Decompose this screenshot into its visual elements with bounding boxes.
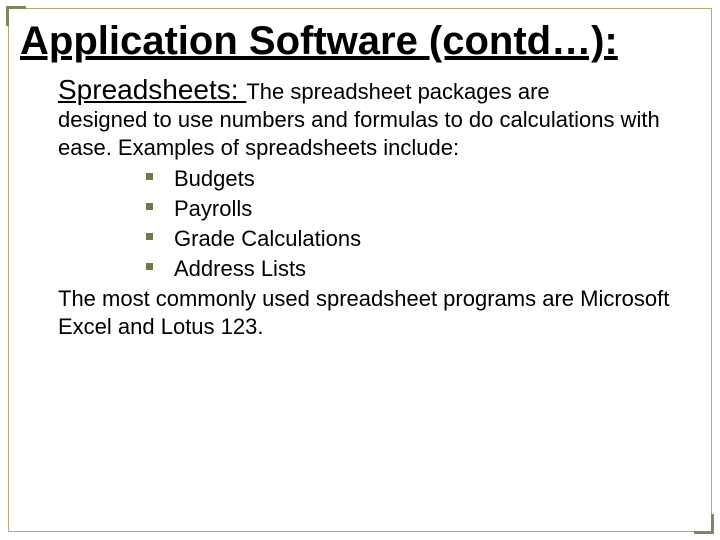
list-item-label: Grade Calculations — [174, 226, 361, 251]
subheading-spreadsheets: Spreadsheets: — [58, 74, 246, 105]
slide-body: Spreadsheets: The spreadsheet packages a… — [58, 74, 700, 342]
list-item-label: Budgets — [174, 166, 255, 191]
square-bullet-icon — [146, 263, 153, 270]
list-item-label: Payrolls — [174, 196, 252, 221]
list-item-label: Address Lists — [174, 256, 306, 281]
examples-list: Budgets Payrolls Grade Calculations Addr… — [146, 164, 700, 283]
closing-text: The most commonly used spreadsheet progr… — [58, 285, 700, 341]
square-bullet-icon — [146, 203, 153, 210]
square-bullet-icon — [146, 173, 153, 180]
list-item: Payrolls — [146, 194, 700, 224]
corner-accent-bottom-right — [694, 514, 714, 534]
intro-text-inline: The spreadsheet packages are — [246, 79, 549, 104]
list-item: Budgets — [146, 164, 700, 194]
square-bullet-icon — [146, 233, 153, 240]
list-item: Grade Calculations — [146, 224, 700, 254]
intro-text-rest: designed to use numbers and formulas to … — [58, 106, 700, 162]
list-item: Address Lists — [146, 254, 700, 284]
slide-title: Application Software (contd…): — [20, 18, 700, 64]
slide-content: Application Software (contd…): Spreadshe… — [20, 18, 700, 342]
